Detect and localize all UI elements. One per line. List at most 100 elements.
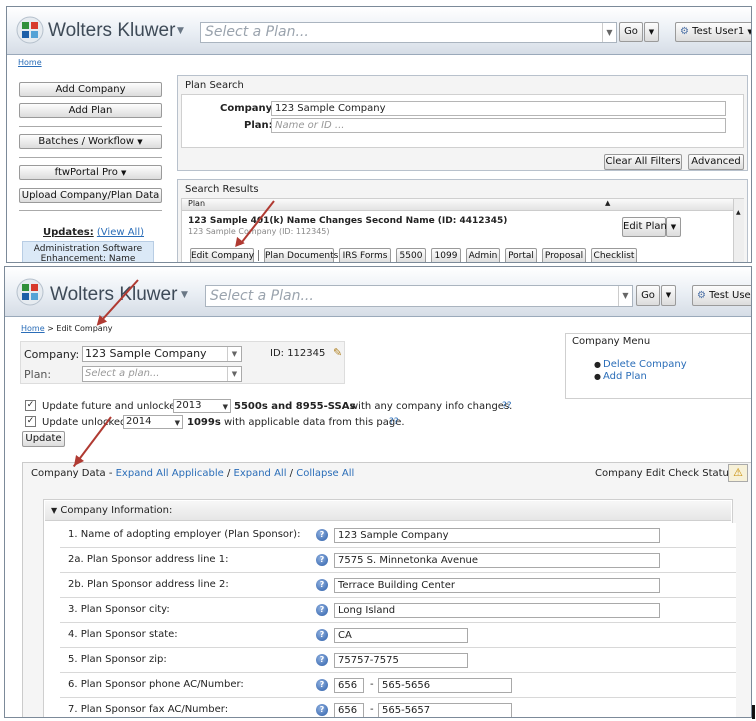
fax-area-code-input[interactable]: 656 bbox=[334, 703, 364, 717]
update-1099-year-select[interactable]: 2014 ▼ bbox=[123, 415, 183, 429]
dash-separator: - bbox=[370, 679, 374, 690]
update-1099-bold: 1099s bbox=[187, 417, 221, 428]
update-1099-checkbox[interactable]: ✓ bbox=[25, 416, 36, 427]
update-5500-checkbox[interactable]: ✓ bbox=[25, 400, 36, 411]
brand-name[interactable]: Wolters Kluwer bbox=[50, 284, 177, 306]
update-item[interactable]: Administration Software Enhancement: Nam… bbox=[22, 241, 154, 262]
update-button[interactable]: Update bbox=[22, 431, 65, 447]
plan-label: Plan: bbox=[24, 368, 52, 381]
city-input[interactable]: Long Island bbox=[334, 603, 660, 618]
edit-plan-menu-button[interactable]: ▼ bbox=[666, 217, 681, 237]
company-input[interactable]: 123 Sample Company bbox=[271, 101, 726, 116]
help-icon[interactable]: ? bbox=[316, 629, 328, 641]
irs-forms-button[interactable]: IRS Forms bbox=[339, 248, 391, 262]
field-row: 1. Name of adopting employer (Plan Spons… bbox=[60, 523, 736, 548]
user-name: Test User1 bbox=[692, 26, 745, 37]
bottom-screenshot: Wolters Kluwer ▼ Select a Plan... ▼ Go ▼… bbox=[4, 266, 752, 718]
company-edit-check-status: Company Edit Check Status: bbox=[595, 468, 738, 479]
help-icon[interactable]: ? bbox=[316, 579, 328, 591]
plan-select-placeholder: Select a plan... bbox=[85, 368, 160, 379]
update-1099-prefix: Update unlocked bbox=[42, 417, 127, 428]
portal-button[interactable]: Portal bbox=[505, 248, 537, 262]
clear-all-filters-button[interactable]: Clear All Filters bbox=[604, 154, 682, 170]
plan-select[interactable]: Select a Plan... ▼ bbox=[200, 22, 617, 43]
update-1099-help-link[interactable]: ?? bbox=[389, 417, 399, 427]
company-id: ID: 112345 bbox=[270, 348, 326, 359]
edit-plan-button[interactable]: Edit Plan bbox=[622, 217, 667, 237]
help-icon[interactable]: ? bbox=[316, 654, 328, 666]
ftwportal-button[interactable]: ftwPortal Pro ▼ bbox=[19, 165, 162, 180]
breadcrumb-home[interactable]: Home bbox=[21, 324, 45, 333]
checklist-button[interactable]: Checklist bbox=[591, 248, 637, 262]
wolters-kluwer-logo-icon bbox=[16, 16, 44, 44]
edit-pencil-icon[interactable]: ✎ bbox=[333, 346, 342, 359]
user-menu-button[interactable]: ⚙ Test User bbox=[692, 285, 752, 306]
search-results-title: Search Results bbox=[185, 184, 259, 195]
plan-documents-button[interactable]: Plan Documents bbox=[264, 248, 338, 262]
go-button[interactable]: Go bbox=[619, 22, 643, 42]
company-data-header: Company Data - Expand All Applicable / E… bbox=[31, 468, 354, 479]
address-line-2-input[interactable]: Terrace Building Center bbox=[334, 578, 660, 593]
chevron-down-icon[interactable]: ▼ bbox=[618, 286, 632, 306]
update-5500-year-select[interactable]: 2013 ▼ bbox=[173, 399, 231, 413]
warning-icon[interactable]: ⚠ bbox=[728, 464, 748, 482]
results-scrollbar[interactable]: ▲ bbox=[733, 199, 744, 262]
bullet-icon: ● bbox=[594, 372, 601, 381]
dash-separator: - bbox=[370, 704, 374, 715]
address-line-1-input[interactable]: 7575 S. Minnetonka Avenue bbox=[334, 553, 660, 568]
field-label: 5. Plan Sponsor zip: bbox=[68, 654, 167, 665]
advanced-button[interactable]: Advanced bbox=[688, 154, 744, 170]
add-plan-button[interactable]: Add Plan bbox=[19, 103, 162, 118]
right-edge-mark bbox=[752, 705, 755, 719]
go-button[interactable]: Go bbox=[636, 285, 660, 306]
company-information-section[interactable]: ▼ Company Information: bbox=[45, 501, 731, 521]
5500-button[interactable]: 5500 bbox=[396, 248, 426, 262]
help-icon[interactable]: ? bbox=[316, 554, 328, 566]
delete-company-link[interactable]: Delete Company bbox=[603, 359, 687, 370]
1099-button[interactable]: 1099 bbox=[431, 248, 461, 262]
zip-input[interactable]: 75757-7575 bbox=[334, 653, 468, 668]
proposal-button[interactable]: Proposal bbox=[542, 248, 586, 262]
phone-area-code-input[interactable]: 656 bbox=[334, 678, 364, 693]
state-input[interactable]: CA bbox=[334, 628, 468, 643]
plan-select[interactable]: Select a Plan... ▼ bbox=[205, 285, 633, 307]
plan-input[interactable]: Name or ID ... bbox=[271, 118, 726, 133]
edit-company-button[interactable]: Edit Company bbox=[190, 248, 254, 262]
scroll-up-icon[interactable]: ▲ bbox=[736, 209, 741, 216]
collapse-all-link[interactable]: Collapse All bbox=[296, 468, 354, 479]
help-icon[interactable]: ? bbox=[316, 704, 328, 716]
help-icon[interactable]: ? bbox=[316, 679, 328, 691]
chevron-down-icon[interactable]: ▼ bbox=[602, 23, 616, 42]
company-select[interactable]: 123 Sample Company ▼ bbox=[82, 346, 242, 362]
help-icon[interactable]: ? bbox=[316, 604, 328, 616]
result-name[interactable]: 123 Sample 401(k) Name Changes Second Na… bbox=[188, 216, 507, 226]
brand-menu-chevron-icon[interactable]: ▼ bbox=[181, 290, 188, 300]
go-menu-button[interactable]: ▼ bbox=[661, 285, 676, 306]
user-name: Test User bbox=[709, 290, 752, 301]
brand-name[interactable]: Wolters Kluwer bbox=[48, 20, 175, 42]
chevron-down-icon: ▼ bbox=[121, 169, 127, 177]
plan-sponsor-name-input[interactable]: 123 Sample Company bbox=[334, 528, 660, 543]
help-icon[interactable]: ? bbox=[316, 529, 328, 541]
expand-all-link[interactable]: Expand All bbox=[234, 468, 287, 479]
admin-button[interactable]: Admin bbox=[466, 248, 500, 262]
add-company-button[interactable]: Add Company bbox=[19, 82, 162, 97]
company-label: Company: bbox=[24, 348, 80, 361]
view-all-link[interactable]: (View All) bbox=[97, 227, 144, 238]
breadcrumb-home[interactable]: Home bbox=[18, 58, 42, 67]
plan-select[interactable]: Select a plan... ▼ bbox=[82, 366, 242, 382]
add-plan-link[interactable]: Add Plan bbox=[603, 371, 647, 382]
upload-company-plan-button[interactable]: Upload Company/Plan Data bbox=[19, 188, 162, 203]
phone-number-input[interactable]: 565-5656 bbox=[378, 678, 512, 693]
divider bbox=[258, 250, 259, 261]
batches-workflow-button[interactable]: Batches / Workflow ▼ bbox=[19, 134, 162, 149]
update-5500-bold: 5500s and 8955-SSAs bbox=[234, 401, 356, 412]
brand-menu-chevron-icon[interactable]: ▼ bbox=[177, 26, 184, 36]
update-5500-help-link[interactable]: ?? bbox=[502, 401, 512, 411]
expand-all-applicable-link[interactable]: Expand All Applicable bbox=[116, 468, 224, 479]
go-menu-button[interactable]: ▼ bbox=[644, 22, 659, 42]
gear-icon: ⚙ bbox=[680, 26, 689, 37]
update-5500-suffix: with any company info changes. bbox=[350, 401, 513, 412]
user-menu-button[interactable]: ⚙ Test User1 ▼ bbox=[675, 22, 751, 42]
fax-number-input[interactable]: 565-5657 bbox=[378, 703, 512, 717]
